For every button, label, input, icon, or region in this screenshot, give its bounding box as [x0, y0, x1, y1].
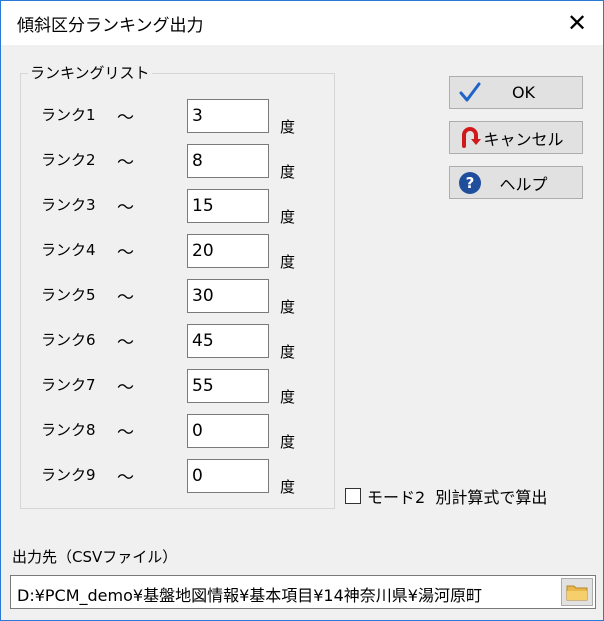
- checkmark-icon: [457, 80, 483, 106]
- ranking-list-label: ランキングリスト: [28, 62, 152, 83]
- rank-label: ランク2: [41, 151, 96, 169]
- help-button-label: ヘルプ: [499, 174, 548, 194]
- degree-unit: 度: [280, 388, 296, 406]
- ok-button[interactable]: OK: [449, 76, 583, 109]
- rank-label: ランク9: [41, 466, 96, 484]
- rank-2-input[interactable]: [187, 144, 269, 178]
- rank-label: ランク6: [41, 331, 96, 349]
- rank-label: ランク1: [41, 106, 96, 124]
- rank-label: ランク8: [41, 421, 96, 439]
- rank-label: ランク4: [41, 241, 96, 259]
- checkbox-box[interactable]: [345, 488, 361, 504]
- output-path-text[interactable]: D:¥PCM_demo¥基盤地図情報¥基本項目¥14神奈川県¥湯河原町: [17, 582, 557, 606]
- rank-5-input[interactable]: [187, 279, 269, 313]
- degree-unit: 度: [280, 343, 296, 361]
- rank-9-input[interactable]: [187, 459, 269, 493]
- tilde: ～: [117, 243, 134, 263]
- undo-arrow-icon: [457, 125, 483, 151]
- tilde: ～: [117, 468, 134, 488]
- degree-unit: 度: [280, 298, 296, 316]
- degree-unit: 度: [280, 208, 296, 226]
- folder-icon: [566, 585, 588, 601]
- rank-1-input[interactable]: [187, 99, 269, 133]
- ok-button-label: OK: [511, 83, 536, 102]
- tilde: ～: [117, 153, 134, 173]
- rank-4-input[interactable]: [187, 234, 269, 268]
- rank-label: ランク3: [41, 196, 96, 214]
- title-bar: 傾斜区分ランキング出力 ✕: [1, 1, 603, 45]
- tilde: ～: [117, 108, 134, 128]
- tilde: ～: [117, 378, 134, 398]
- mode2-checkbox[interactable]: モード2 別計算式で算出: [345, 484, 547, 508]
- tilde: ～: [117, 198, 134, 218]
- degree-unit: 度: [280, 118, 296, 136]
- rank-label: ランク5: [41, 286, 96, 304]
- rank-7-input[interactable]: [187, 369, 269, 403]
- help-button[interactable]: ? ヘルプ: [449, 166, 583, 199]
- tilde: ～: [117, 333, 134, 353]
- rank-label: ランク7: [41, 376, 96, 394]
- svg-text:?: ?: [466, 174, 475, 192]
- degree-unit: 度: [280, 478, 296, 496]
- degree-unit: 度: [280, 253, 296, 271]
- rank-3-input[interactable]: [187, 189, 269, 223]
- output-path-field[interactable]: D:¥PCM_demo¥基盤地図情報¥基本項目¥14神奈川県¥湯河原町: [10, 575, 596, 609]
- dialog-window: 傾斜区分ランキング出力 ✕ ランキングリスト ランク1 ～ 度 ランク2 ～ 度…: [0, 0, 604, 621]
- tilde: ～: [117, 288, 134, 308]
- mode2-label: モード2 別計算式で算出: [367, 488, 548, 507]
- output-label: 出力先（CSVファイル）: [12, 548, 178, 566]
- window-title: 傾斜区分ランキング出力: [17, 16, 204, 36]
- degree-unit: 度: [280, 163, 296, 181]
- cancel-button[interactable]: キャンセル: [449, 121, 583, 154]
- folder-browse-button[interactable]: [561, 578, 593, 606]
- rank-6-input[interactable]: [187, 324, 269, 358]
- rank-8-input[interactable]: [187, 414, 269, 448]
- help-icon: ?: [457, 170, 483, 196]
- close-icon[interactable]: ✕: [563, 9, 591, 37]
- degree-unit: 度: [280, 433, 296, 451]
- tilde: ～: [117, 423, 134, 443]
- cancel-button-label: キャンセル: [483, 129, 564, 149]
